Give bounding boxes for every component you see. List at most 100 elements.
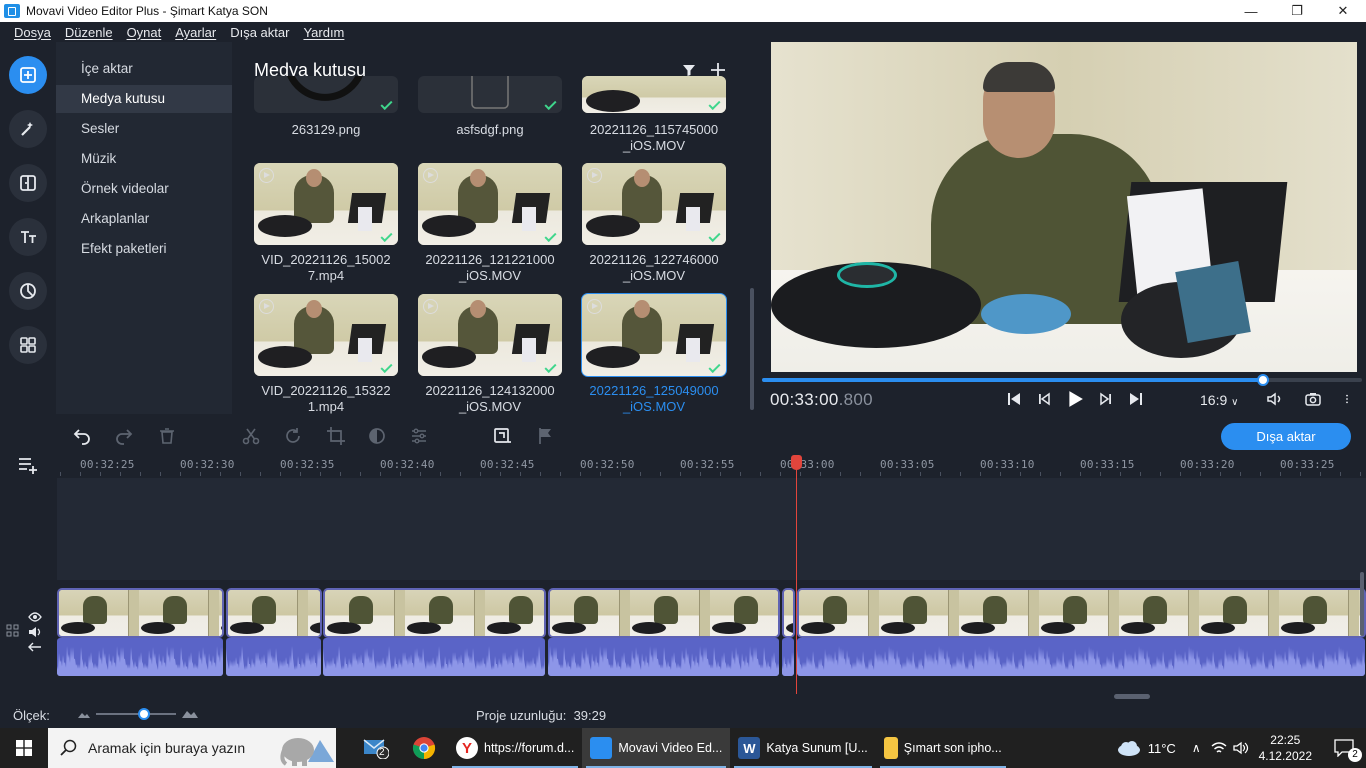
play-icon[interactable] — [1066, 390, 1084, 408]
maximize-button[interactable]: ❐ — [1274, 0, 1320, 22]
audio-clip[interactable] — [226, 638, 321, 676]
filters-tool-button[interactable] — [9, 272, 47, 310]
marker-flag-icon[interactable] — [536, 426, 556, 446]
media-item-121221000[interactable] — [418, 163, 562, 245]
media-item-vid-153221[interactable] — [254, 294, 398, 376]
sidebar-item-efekt-paketleri[interactable]: Efekt paketleri — [56, 235, 232, 263]
taskbar-app-explorer[interactable]: Şımart son ipho... — [876, 728, 1010, 768]
sidebar-item-ornek-videolar[interactable]: Örnek videolar — [56, 175, 232, 203]
minimize-button[interactable]: — — [1228, 0, 1274, 22]
play-icon — [259, 299, 274, 314]
insert-clip-icon[interactable] — [493, 426, 513, 446]
filter-icon[interactable] — [682, 63, 696, 77]
media-item-263129[interactable] — [254, 76, 398, 113]
video-clip[interactable] — [226, 588, 322, 638]
color-adjust-icon[interactable] — [367, 426, 387, 446]
timeline-vertical-scrollbar[interactable] — [1360, 572, 1364, 636]
titles-tool-button[interactable] — [9, 218, 47, 256]
wifi-icon[interactable] — [1211, 741, 1227, 755]
sidebar-item-muzik[interactable]: Müzik — [56, 145, 232, 173]
weather-temperature[interactable]: 11°C — [1148, 741, 1176, 756]
media-item-115745000[interactable] — [582, 76, 726, 113]
video-clip[interactable] — [782, 588, 795, 638]
video-clip[interactable] — [548, 588, 780, 638]
playhead-line[interactable] — [796, 462, 797, 694]
rotate-icon[interactable] — [283, 426, 303, 446]
weather-cloud-icon[interactable] — [1116, 739, 1142, 757]
sidebar-item-medya-kutusu[interactable]: Medya kutusu — [56, 85, 232, 113]
snapshot-camera-icon[interactable] — [1304, 390, 1322, 408]
skip-to-end-icon[interactable] — [1128, 391, 1144, 407]
taskbar-app-word[interactable]: W Katya Sunum [U... — [730, 728, 875, 768]
taskbar-search-box[interactable]: Aramak için buraya yazın — [48, 728, 336, 768]
track-volume-icon[interactable] — [28, 626, 42, 638]
video-clip[interactable] — [57, 588, 224, 638]
menu-dosya[interactable]: Dosya — [14, 25, 51, 40]
clock[interactable]: 22:25 4.12.2022 — [1259, 732, 1312, 764]
timeline-ruler[interactable]: 00:32:25 00:32:30 00:32:35 00:32:40 00:32:45… — [57, 454, 1366, 478]
preview-video-frame[interactable] — [771, 42, 1357, 372]
show-hidden-icons-chevron-icon[interactable]: ∧ — [1192, 741, 1201, 755]
taskbar-mail-button[interactable]: 2 — [352, 728, 400, 768]
notification-center-button[interactable]: 2 — [1322, 728, 1366, 768]
more-options-icon[interactable] — [1342, 390, 1352, 408]
timeline-horizontal-scrollbar[interactable] — [1114, 694, 1150, 699]
taskbar-chrome-button[interactable] — [400, 728, 448, 768]
media-item-asfsdgf[interactable] — [418, 76, 562, 113]
audio-clip[interactable] — [57, 638, 223, 676]
menu-oynat[interactable]: Oynat — [127, 25, 162, 40]
next-frame-icon[interactable] — [1098, 391, 1114, 407]
media-item-124132000[interactable] — [418, 294, 562, 376]
video-clip[interactable] — [797, 588, 1366, 638]
audio-clip[interactable] — [797, 638, 1365, 676]
add-track-icon[interactable] — [18, 456, 40, 474]
zoom-handle[interactable] — [138, 708, 150, 720]
sidebar-item-ice-aktar[interactable]: İçe aktar — [56, 55, 232, 83]
system-tray: 11°C ∧ 22:25 4.12.2022 2 — [1116, 728, 1366, 768]
redo-icon[interactable] — [114, 426, 134, 446]
menu-yardim[interactable]: Yardım — [303, 25, 344, 40]
import-tool-button[interactable] — [9, 56, 47, 94]
drag-handle-icon[interactable] — [6, 624, 20, 640]
menu-disa-aktar[interactable]: Dışa aktar — [230, 25, 289, 40]
playback-seek-bar[interactable] — [762, 374, 1362, 386]
eye-icon[interactable] — [28, 612, 42, 622]
speaker-icon[interactable] — [1232, 741, 1249, 755]
timeline-zoom-slider[interactable] — [78, 706, 200, 722]
video-clip[interactable] — [323, 588, 546, 638]
close-button[interactable]: ✕ — [1320, 0, 1366, 22]
volume-icon[interactable] — [1266, 390, 1284, 408]
transitions-tool-button[interactable] — [9, 164, 47, 202]
taskbar-app-yandex[interactable]: Y https://forum.d... — [448, 728, 582, 768]
sidebar-item-sesler[interactable]: Sesler — [56, 115, 232, 143]
media-bin-scrollbar[interactable] — [750, 288, 754, 410]
menu-ayarlar[interactable]: Ayarlar — [175, 25, 216, 40]
crop-icon[interactable] — [326, 426, 346, 446]
seek-handle[interactable] — [1257, 374, 1269, 386]
text-icon — [21, 231, 36, 243]
sidebar-item-arkaplanlar[interactable]: Arkaplanlar — [56, 205, 232, 233]
more-tools-button[interactable] — [9, 326, 47, 364]
audio-clip[interactable] — [548, 638, 779, 676]
menu-duzenle[interactable]: Düzenle — [65, 25, 113, 40]
audio-clip[interactable] — [782, 638, 794, 676]
zoom-out-mountain-icon[interactable] — [78, 710, 90, 718]
taskbar-app-movavi[interactable]: Movavi Video Ed... — [582, 728, 731, 768]
audio-clip[interactable] — [323, 638, 545, 676]
media-item-125049000-selected[interactable] — [581, 293, 727, 377]
media-item-vid-150027[interactable] — [254, 163, 398, 245]
delete-icon[interactable] — [157, 426, 177, 446]
timeline-empty-track-area[interactable] — [57, 478, 1366, 580]
clip-properties-icon[interactable] — [409, 426, 429, 446]
cut-icon[interactable] — [241, 426, 261, 446]
export-button[interactable]: Dışa aktar — [1221, 423, 1351, 450]
detach-audio-icon[interactable] — [28, 642, 42, 652]
zoom-in-mountain-icon[interactable] — [182, 708, 198, 718]
media-item-122746000[interactable] — [582, 163, 726, 245]
previous-frame-icon[interactable] — [1036, 391, 1052, 407]
aspect-ratio-select[interactable]: 16:9 ∨ — [1200, 392, 1238, 408]
undo-icon[interactable] — [72, 426, 92, 446]
start-button[interactable] — [0, 728, 48, 768]
skip-to-start-icon[interactable] — [1006, 391, 1022, 407]
effects-tool-button[interactable] — [9, 110, 47, 148]
